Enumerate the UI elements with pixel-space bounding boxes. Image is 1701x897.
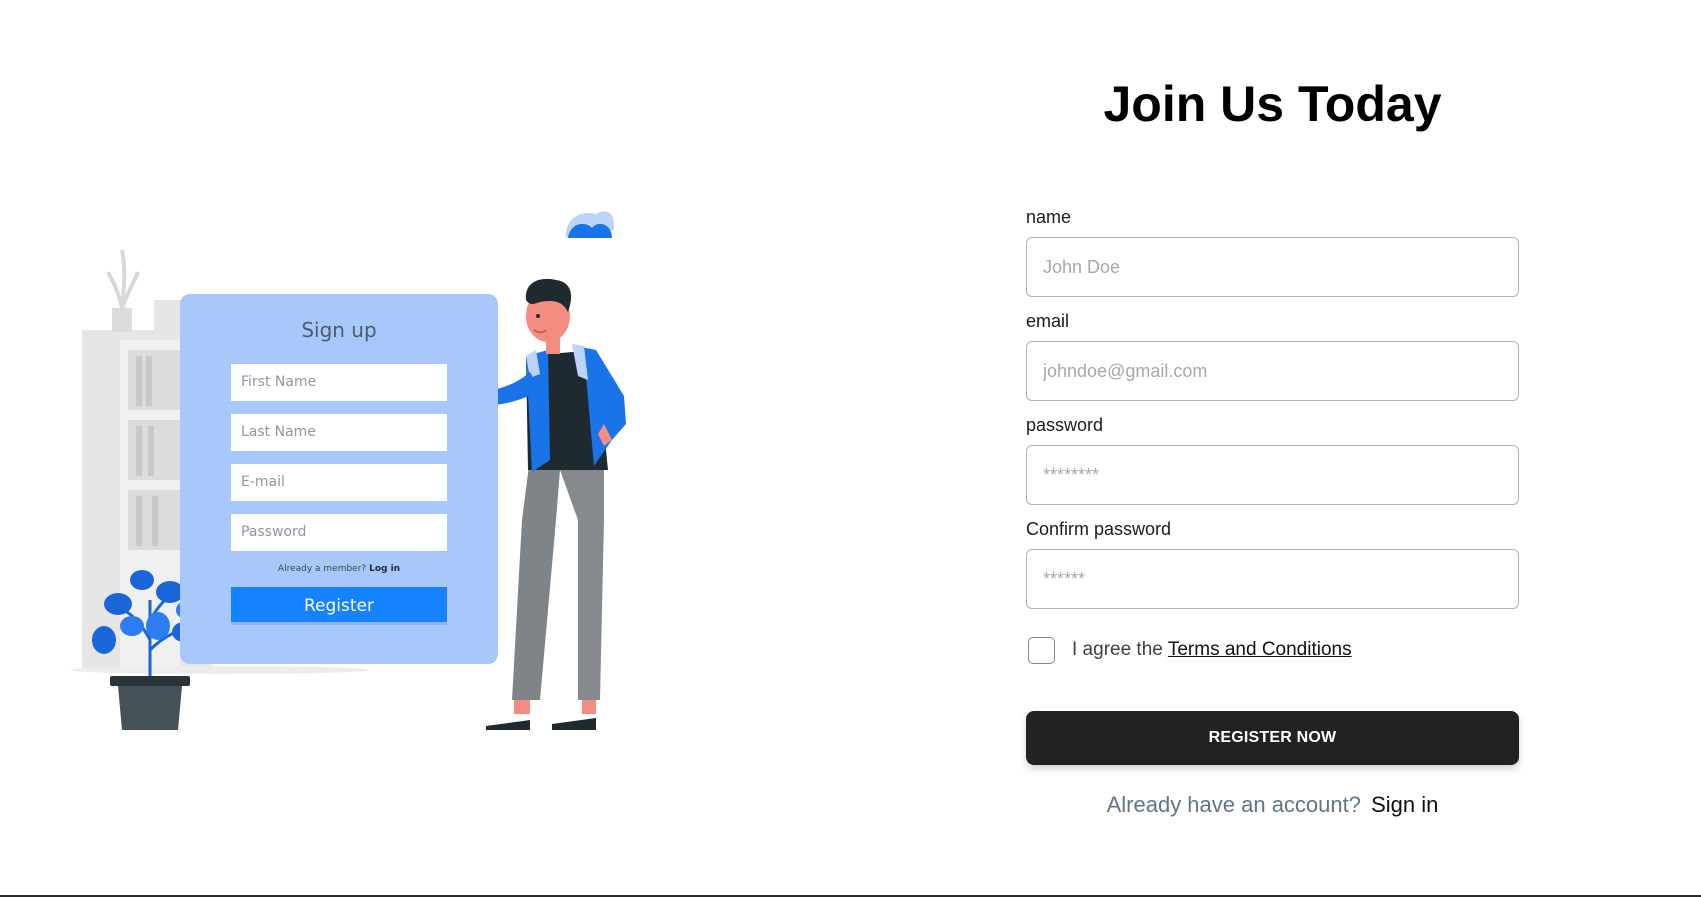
page-title: Join Us Today [1103, 76, 1442, 132]
mock-signup-card: Sign up First Name Last Name E-mail Pass… [180, 294, 498, 664]
name-label: name [1026, 207, 1072, 227]
terms-agreement-row: I agree the Terms and Conditions [1028, 636, 1352, 664]
mock-register-button: Register [231, 587, 447, 625]
email-label: email [1026, 311, 1070, 331]
mock-last-name-field: Last Name [231, 414, 447, 451]
signin-link[interactable]: Sign in [1371, 792, 1438, 817]
terms-link[interactable]: Terms and Conditions [1168, 639, 1352, 661]
signin-prompt: Already have an account? [1106, 792, 1361, 817]
email-input[interactable] [1026, 341, 1519, 401]
name-input[interactable] [1026, 237, 1519, 297]
mock-card-title: Sign up [301, 318, 377, 342]
mock-email-field: E-mail [231, 464, 447, 501]
agree-text: I agree the [1072, 639, 1163, 660]
registration-page: Sign up First Name Last Name E-mail Pass… [0, 0, 1701, 897]
mock-login-link: Log in [369, 564, 401, 574]
register-now-button[interactable]: REGISTER NOW [1026, 711, 1519, 765]
terms-checkbox[interactable] [1028, 636, 1055, 664]
mock-member-line: Already a member? Log in [180, 564, 498, 574]
mock-first-name-field: First Name [231, 364, 447, 401]
confirm-password-input[interactable] [1026, 549, 1519, 609]
password-label: password [1026, 415, 1104, 435]
mock-member-prompt: Already a member? [277, 564, 367, 574]
password-input[interactable] [1026, 445, 1519, 505]
signin-row: Already have an account? Sign in [1026, 792, 1519, 818]
signup-illustration: Sign up First Name Last Name E-mail Pass… [0, 0, 700, 897]
mock-password-field: Password [231, 514, 447, 551]
confirm-password-label: Confirm password [1026, 519, 1172, 539]
